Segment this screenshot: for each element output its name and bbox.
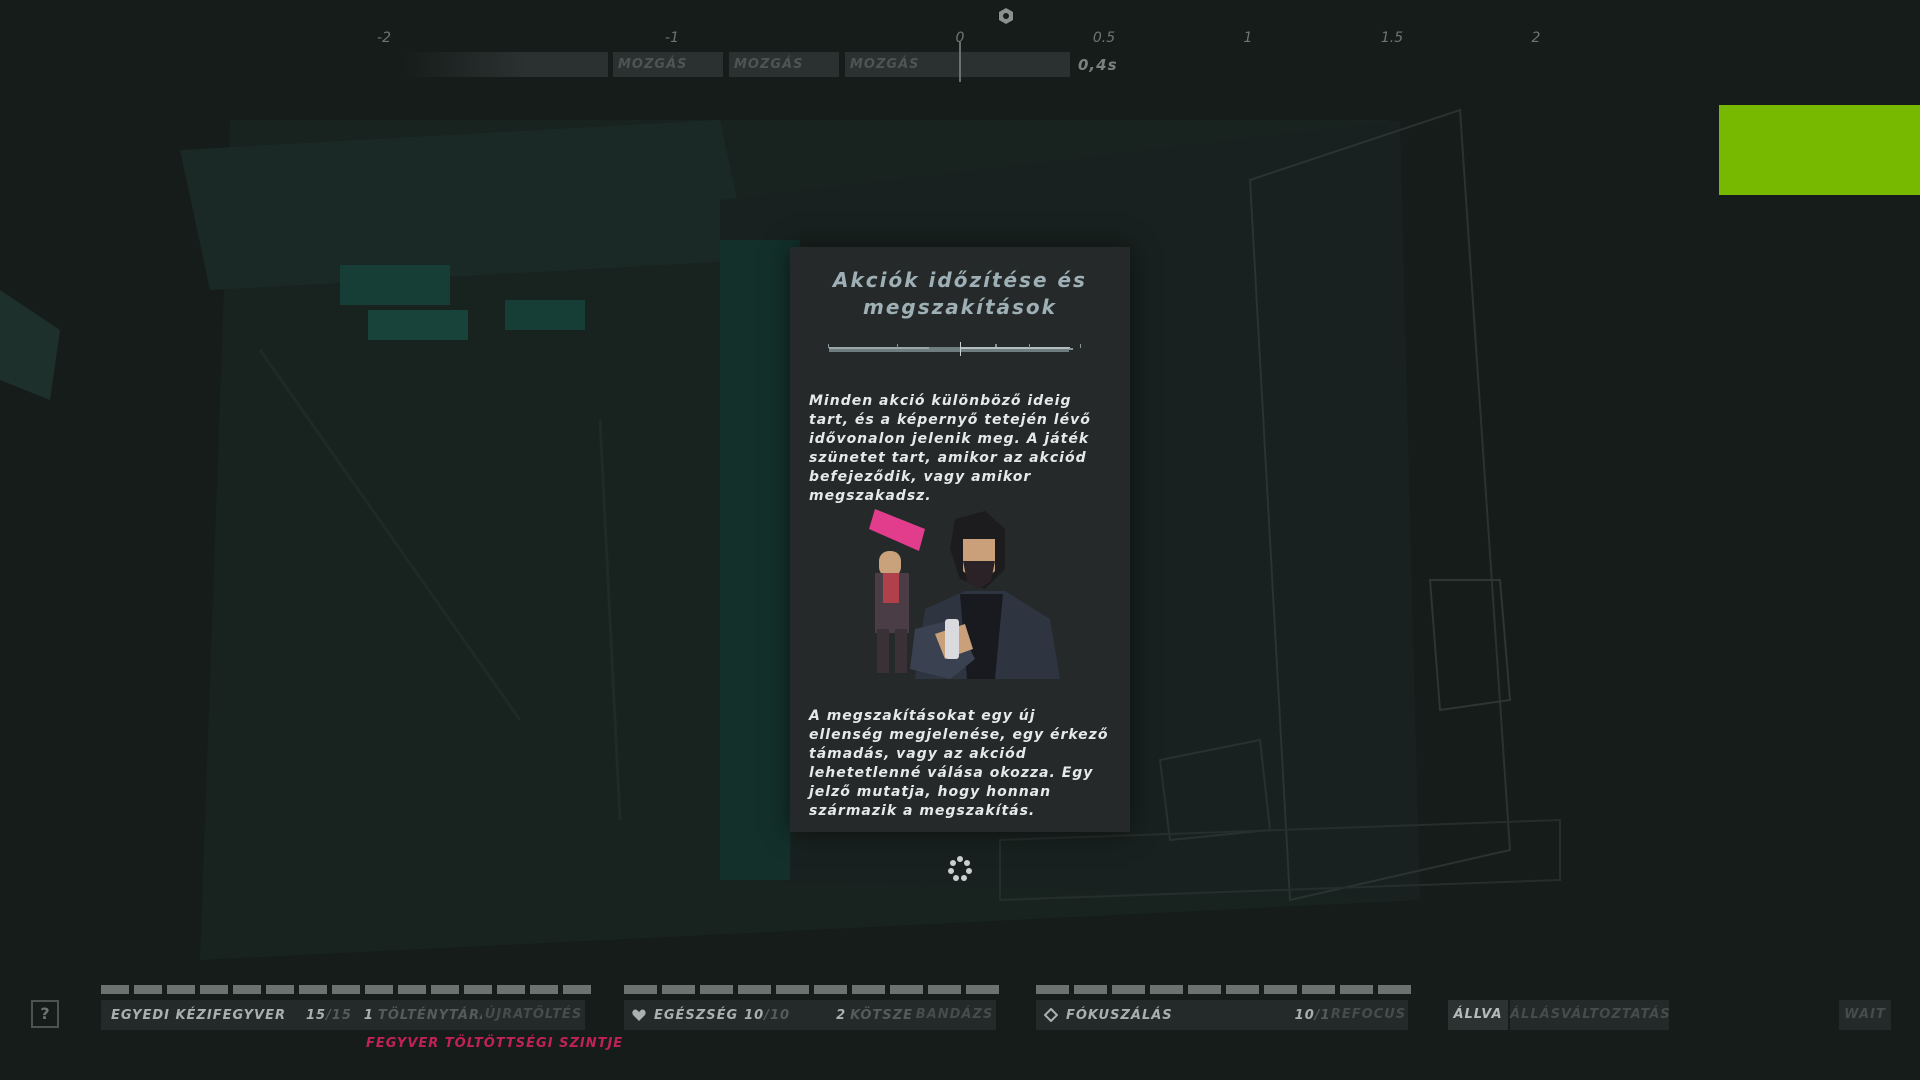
timeline-tick: 1.5 (1380, 30, 1404, 46)
stance-current-button[interactable]: ÁLLVA (1448, 1000, 1508, 1030)
resource-pip (365, 985, 393, 994)
resource-pip (1150, 985, 1183, 994)
resource-pip (1302, 985, 1335, 994)
character-illustration (869, 509, 1060, 679)
resource-pip (563, 985, 591, 994)
resource-pip (1188, 985, 1221, 994)
settings-gear-icon[interactable] (996, 6, 1016, 26)
resource-pip (398, 985, 426, 994)
timeline-tick: -2 (377, 30, 391, 46)
resource-pip (852, 985, 885, 994)
health-label: EGÉSZSÉG (654, 1007, 739, 1023)
loading-spinner-icon (948, 856, 972, 881)
resource-pip (1036, 985, 1069, 994)
timeline-tick: 0.5 (1092, 30, 1116, 46)
resource-pip (1264, 985, 1297, 994)
health-value: 10 (744, 1007, 765, 1023)
resource-pip (928, 985, 961, 994)
ammo-max: /15 (326, 1007, 352, 1023)
resource-pip (530, 985, 558, 994)
help-button[interactable]: ? (31, 1000, 59, 1028)
resource-pip (700, 985, 733, 994)
focus-diamond-icon (1044, 1008, 1058, 1022)
resource-pip (101, 985, 129, 994)
timeline-tick: 2 (1531, 30, 1541, 46)
timeline-duration: 0,4s (1078, 56, 1118, 74)
resource-pip (738, 985, 771, 994)
focus-label: FÓKUSZÁLÁS (1066, 1007, 1173, 1023)
stance-change-button[interactable]: ÁLLÁSVÁLTOZTATÁS (1510, 1000, 1670, 1030)
weapon-name: EGYEDI KÉZIFEGYVER (111, 1007, 286, 1023)
resource-pip (266, 985, 294, 994)
reload-button[interactable]: ÚJRATÖLTÉS (482, 1000, 585, 1030)
magazine-count: 1 (363, 1007, 374, 1023)
overlay-green-box (1719, 105, 1920, 195)
resource-pip (167, 985, 195, 994)
timeline-segment-move: MOZGÁS (729, 52, 839, 77)
game-screen: -2 -1 0 0.5 1 1.5 2 MOZGÁS MOZGÁS MOZGÁS… (0, 0, 1920, 1080)
bandage-count: 2 (836, 1007, 847, 1023)
weapon-fill-level-label: FEGYVER TÖLTÖTTSÉGI SZINTJE (366, 1036, 624, 1051)
tutorial-title-line: Akciók időzítése és (833, 268, 1087, 292)
health-max: /10 (764, 1007, 791, 1023)
mini-timeline-illustration (828, 342, 1081, 356)
focus-pips (1036, 985, 1411, 994)
resource-pip (464, 985, 492, 994)
timeline-segment-move: MOZGÁS (613, 52, 723, 77)
bandage-button[interactable]: BANDÁZS (913, 1000, 996, 1030)
timeline-segment (400, 52, 608, 77)
resource-pip (332, 985, 360, 994)
resource-pip (200, 985, 228, 994)
resource-pip (134, 985, 162, 994)
timeline-segment-move: MOZGÁS (845, 52, 1070, 77)
resource-pip (814, 985, 847, 994)
resource-pip (890, 985, 923, 994)
resource-pip (776, 985, 809, 994)
wait-button[interactable]: WAIT (1839, 1000, 1891, 1030)
tutorial-title-line: megszakítások (863, 295, 1057, 319)
focus-value: 10 (1294, 1007, 1315, 1023)
timeline-tick: 1 (1243, 30, 1253, 46)
resource-pip (1340, 985, 1373, 994)
resource-pip (497, 985, 525, 994)
resource-pip (624, 985, 657, 994)
resource-pip (431, 985, 459, 994)
resource-pip (966, 985, 999, 994)
tutorial-paragraph-2: A megszakításokat egy új ellenség megjel… (809, 708, 1109, 819)
heart-icon (632, 1008, 646, 1021)
health-pips (624, 985, 999, 994)
tutorial-title: Akciók időzítése és megszakítások (790, 267, 1130, 321)
refocus-button[interactable]: REFOCUS (1329, 1000, 1408, 1030)
timeline-tick: -1 (665, 30, 679, 46)
resource-pip (1226, 985, 1259, 994)
resource-pip (662, 985, 695, 994)
timeline-current-marker (959, 42, 961, 82)
tutorial-paragraph-1: Minden akció különböző ideig tart, és a … (809, 393, 1091, 504)
resource-pip (299, 985, 327, 994)
resource-pip (1074, 985, 1107, 994)
ammo-count: 15 (305, 1007, 327, 1023)
tutorial-modal: Akciók időzítése és megszakítások Minden… (790, 247, 1130, 832)
resource-pip (1112, 985, 1145, 994)
resource-pip (233, 985, 261, 994)
resource-pip (1378, 985, 1411, 994)
ammo-pips (101, 985, 591, 994)
